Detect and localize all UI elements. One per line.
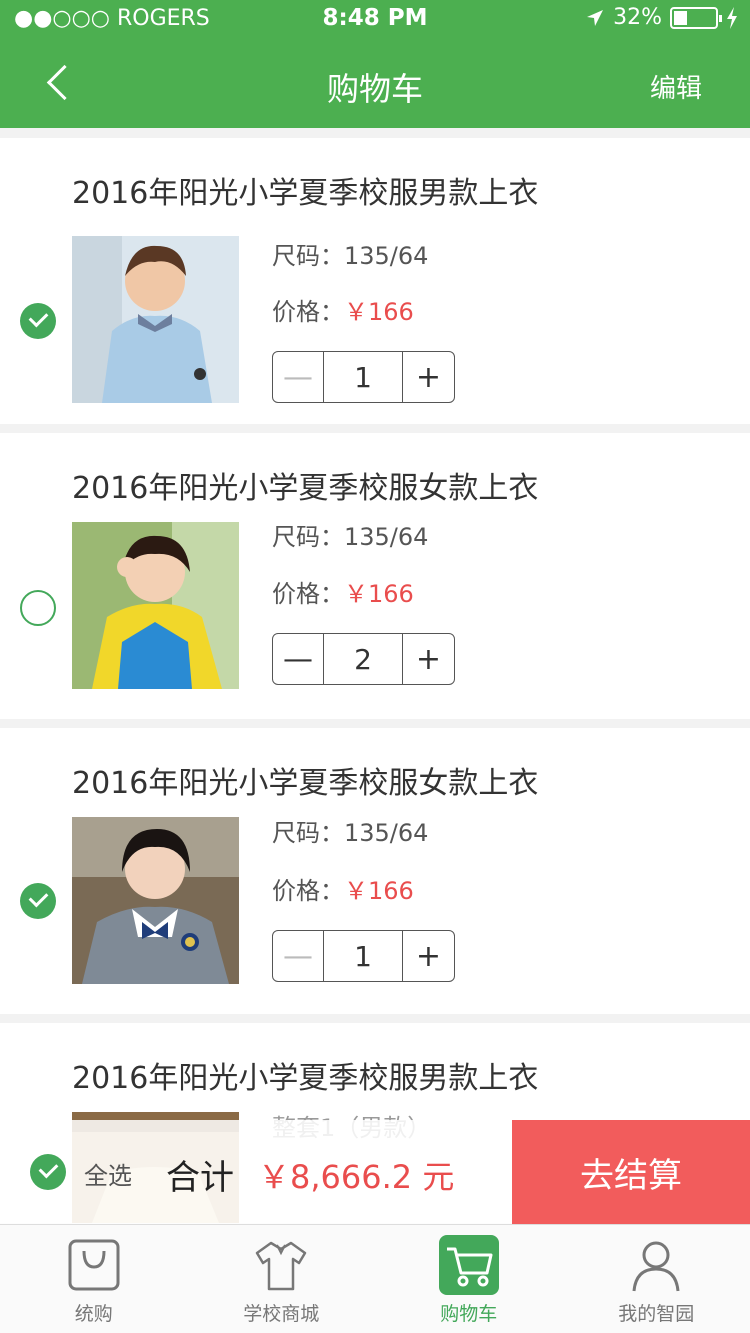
price-label: 价格： (272, 298, 344, 326)
tab-school-mall[interactable]: 学校商城 (188, 1225, 376, 1333)
item-checkbox[interactable] (20, 590, 56, 626)
location-arrow-icon (587, 9, 604, 26)
item-size: 尺码：135/64 (272, 242, 429, 270)
nav-bar: 购物车 编辑 (0, 40, 750, 128)
tab-bar: 统购 学校商城 购物车 我的智园 (0, 1224, 750, 1333)
cart-item: 2016年阳光小学夏季校服男款上衣 尺码：135/64 价格：￥166 — 1 … (0, 138, 750, 424)
item-name: 2016年阳光小学夏季校服男款上衣 (72, 1061, 539, 1096)
status-right: 32% (585, 5, 738, 30)
price-value: ￥166 (344, 298, 414, 326)
increase-button[interactable]: + (403, 352, 454, 402)
select-all-label[interactable]: 全选 (84, 1156, 132, 1191)
cart-icon (438, 1235, 499, 1295)
item-price: 价格：￥166 (272, 574, 414, 609)
edit-button[interactable]: 编辑 (650, 68, 702, 105)
checkout-button[interactable]: 去结算 (512, 1120, 750, 1224)
increase-button[interactable]: + (403, 634, 454, 684)
select-all-checkbox[interactable] (30, 1154, 66, 1190)
total-label: 合计 (166, 1158, 234, 1198)
tab-label: 学校商城 (243, 1303, 320, 1325)
price-value: ￥166 (344, 580, 414, 608)
quantity-value: 1 (324, 931, 403, 981)
status-bar: ●●○○○ ROGERS 8:48 PM 32% (0, 0, 750, 40)
battery-icon (670, 6, 722, 29)
quantity-stepper: — 2 + (272, 633, 455, 685)
item-size: 尺码：135/64 (272, 523, 429, 551)
page-title: 购物车 (326, 70, 423, 108)
battery-percent: 32% (613, 5, 662, 30)
bag-icon (68, 1239, 120, 1291)
quantity-value: 1 (324, 352, 403, 402)
item-image[interactable] (72, 817, 239, 984)
item-checkbox[interactable] (20, 303, 56, 339)
decrease-button[interactable]: — (273, 352, 324, 402)
item-price: 价格：￥166 (272, 871, 414, 906)
item-checkbox[interactable] (20, 883, 56, 919)
price-label: 价格： (272, 580, 344, 608)
increase-button[interactable]: + (403, 931, 454, 981)
tab-cart[interactable]: 购物车 (375, 1225, 563, 1333)
item-name: 2016年阳光小学夏季校服男款上衣 (72, 176, 539, 211)
tab-label: 购物车 (440, 1303, 498, 1325)
item-size: 尺码：135/64 (272, 819, 429, 847)
tab-tonggou[interactable]: 统购 (0, 1225, 188, 1333)
person-icon (632, 1241, 680, 1292)
item-price: 价格：￥166 (272, 292, 414, 327)
item-image[interactable] (72, 236, 239, 403)
quantity-stepper: — 1 + (272, 351, 455, 403)
tab-my-zhiyuan[interactable]: 我的智园 (563, 1225, 750, 1333)
quantity-value: 2 (324, 634, 403, 684)
price-value: ￥166 (344, 877, 414, 905)
item-image[interactable] (72, 522, 239, 689)
cart-item: 2016年阳光小学夏季校服女款上衣 尺码：135/64 价格：￥166 — 1 … (0, 728, 750, 1014)
total-amount: ￥8,666.2 元 (258, 1158, 455, 1196)
decrease-button[interactable]: — (273, 634, 324, 684)
tab-label: 我的智园 (618, 1303, 695, 1325)
checkout-bar: 全选 合计 ￥8,666.2 元 去结算 (0, 1120, 750, 1224)
charging-bolt-icon (727, 6, 737, 29)
cart-item: 2016年阳光小学夏季校服女款上衣 尺码：135/64 价格：￥166 — 2 … (0, 433, 750, 719)
item-name: 2016年阳光小学夏季校服女款上衣 (72, 766, 539, 801)
decrease-button[interactable]: — (273, 931, 324, 981)
item-name: 2016年阳光小学夏季校服女款上衣 (72, 471, 539, 506)
shirt-icon (256, 1241, 307, 1291)
price-label: 价格： (272, 877, 344, 905)
quantity-stepper: — 1 + (272, 930, 455, 982)
tab-label: 统购 (74, 1303, 113, 1325)
